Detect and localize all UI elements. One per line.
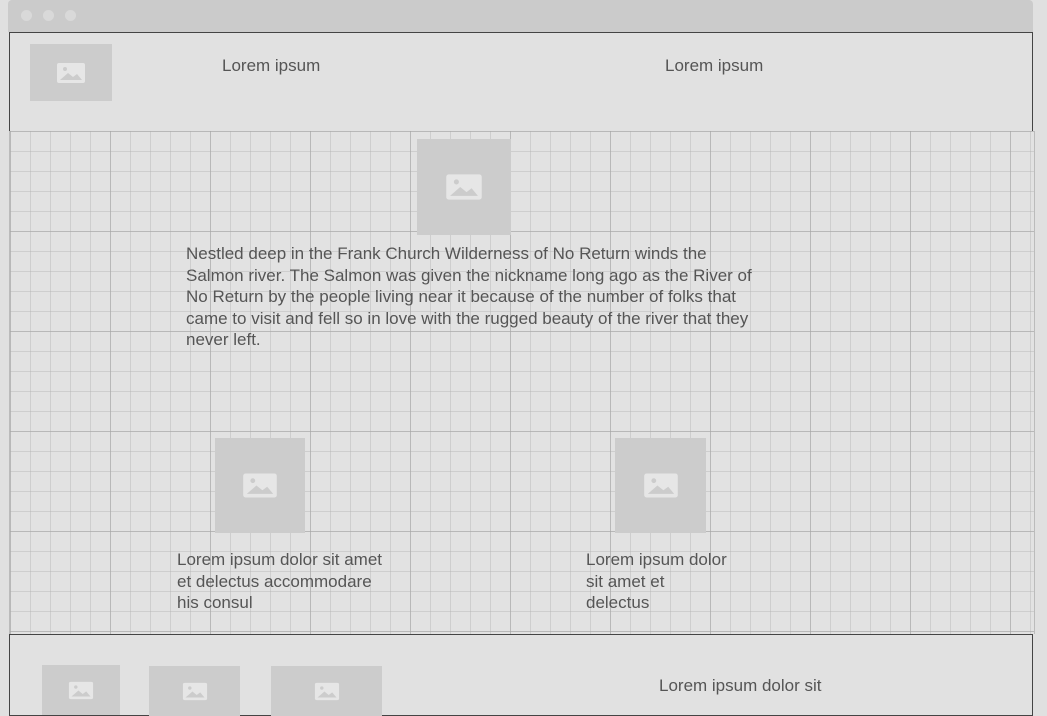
header: Lorem ipsum Lorem ipsum bbox=[9, 32, 1033, 132]
window-minimize-dot[interactable] bbox=[43, 10, 54, 21]
feature-caption-2: Lorem ipsum dolor sit amet et delectus bbox=[586, 550, 727, 612]
image-icon bbox=[68, 681, 94, 699]
image-icon bbox=[314, 682, 339, 700]
feature-image-1 bbox=[215, 438, 305, 533]
image-icon bbox=[243, 473, 277, 498]
footer-text: Lorem ipsum dolor sit bbox=[659, 676, 822, 695]
nav-item-2[interactable]: Lorem ipsum bbox=[665, 55, 763, 77]
logo-image[interactable] bbox=[30, 44, 112, 101]
footer: Lorem ipsum dolor sit bbox=[9, 634, 1033, 716]
hero-image bbox=[417, 139, 511, 235]
window-maximize-dot[interactable] bbox=[65, 10, 76, 21]
feature-image-2 bbox=[615, 438, 706, 533]
feature-caption-1: Lorem ipsum dolor sit amet et delectus a… bbox=[177, 550, 383, 612]
image-icon bbox=[182, 682, 207, 700]
image-icon bbox=[643, 473, 678, 498]
footer-thumbnail-3[interactable] bbox=[271, 666, 382, 716]
window-close-dot[interactable] bbox=[21, 10, 32, 21]
nav-item-1[interactable]: Lorem ipsum bbox=[222, 55, 320, 77]
footer-thumbnail-1[interactable] bbox=[42, 665, 120, 715]
image-icon bbox=[57, 62, 85, 83]
main-content: Nestled deep in the Frank Church Wildern… bbox=[9, 131, 1035, 634]
window-title-bar bbox=[8, 0, 1033, 32]
hero-paragraph: Nestled deep in the Frank Church Wildern… bbox=[186, 244, 752, 349]
footer-thumbnail-2[interactable] bbox=[149, 666, 240, 716]
image-icon bbox=[446, 174, 482, 200]
